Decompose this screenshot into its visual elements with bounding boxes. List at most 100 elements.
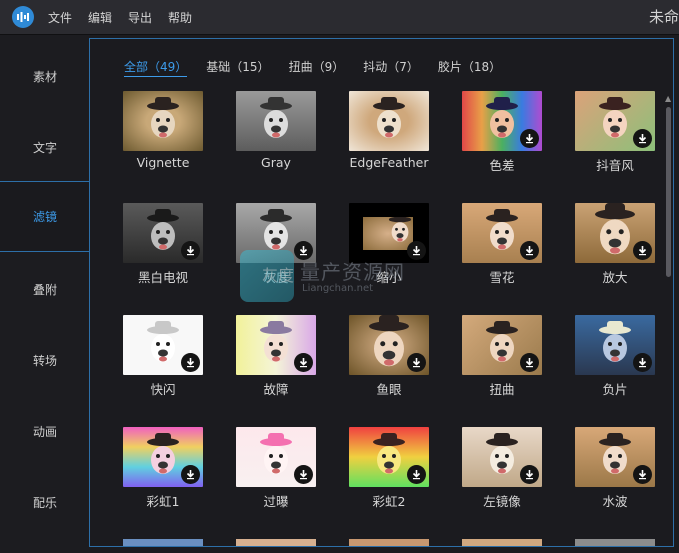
download-icon[interactable] — [407, 465, 426, 484]
filter-thumbnail[interactable] — [462, 203, 542, 263]
filter-thumbnail[interactable] — [236, 315, 316, 375]
sidebar-item-music[interactable]: 配乐 — [0, 467, 90, 538]
filter-thumbnail[interactable] — [349, 315, 429, 375]
filter-label: 彩虹1 — [146, 494, 180, 509]
filter-label: 快闪 — [150, 382, 176, 397]
scrollbar-thumb[interactable] — [666, 107, 671, 277]
filter-thumbnail-partial[interactable] — [462, 539, 542, 546]
download-icon[interactable] — [633, 241, 652, 260]
tab-all[interactable]: 全部（49） — [124, 58, 188, 77]
filter-thumbnail[interactable] — [462, 315, 542, 375]
dog-image — [486, 433, 518, 474]
filter-label: 放大 — [602, 270, 628, 285]
tab-film[interactable]: 胶片（18） — [438, 58, 501, 77]
dog-image — [369, 315, 409, 367]
filter-thumbnail[interactable] — [123, 315, 203, 375]
download-icon[interactable] — [407, 241, 426, 260]
dog-image — [260, 321, 292, 362]
filter-thumbnail[interactable] — [349, 427, 429, 487]
dog-image — [388, 217, 412, 242]
filter-label: Gray — [261, 155, 291, 170]
dog-image — [599, 433, 631, 474]
filter-thumbnail[interactable] — [123, 91, 203, 151]
sidebar-item-material[interactable]: 素材 — [0, 41, 90, 112]
filter-label: 抖音风 — [596, 158, 634, 173]
menu-bar: 文件 编辑 导出 帮助 未命 — [0, 0, 679, 35]
download-icon[interactable] — [294, 465, 313, 484]
project-title: 未命 — [648, 8, 679, 26]
menu-export[interactable]: 导出 — [128, 9, 152, 26]
thumb-inner-frame — [363, 217, 413, 250]
download-icon[interactable] — [181, 353, 200, 372]
filter-thumbnail[interactable] — [575, 203, 655, 263]
tab-basic[interactable]: 基础（15） — [206, 58, 269, 77]
tab-distort[interactable]: 扭曲（9） — [289, 58, 345, 77]
dog-image — [486, 321, 518, 362]
watermark-site-name: 量产资源网 — [300, 260, 405, 284]
download-icon[interactable] — [520, 241, 539, 260]
filter-thumbnail[interactable] — [575, 427, 655, 487]
sidebar-item-transition[interactable]: 转场 — [0, 325, 90, 396]
filter-thumbnail[interactable] — [123, 427, 203, 487]
filter-label: 左镜像 — [483, 494, 521, 509]
filter-thumbnail[interactable] — [236, 427, 316, 487]
filter-label: 故障 — [263, 382, 289, 397]
filter-thumbnail[interactable] — [349, 91, 429, 151]
download-icon[interactable] — [181, 465, 200, 484]
filter-thumbnail[interactable] — [349, 203, 429, 263]
dog-image — [147, 97, 179, 138]
download-icon[interactable] — [633, 465, 652, 484]
filter-thumbnail[interactable] — [236, 91, 316, 151]
filter-thumbnail-partial[interactable] — [236, 539, 316, 546]
dog-image — [147, 433, 179, 474]
filter-thumbnail-partial[interactable] — [123, 539, 203, 546]
watermark-text: 灰度 — [262, 266, 295, 285]
dog-image — [373, 433, 405, 474]
dog-image — [595, 203, 635, 255]
scroll-up-icon[interactable]: ▲ — [665, 94, 671, 103]
filter-thumbnail[interactable] — [575, 91, 655, 151]
filter-label: Vignette — [136, 155, 190, 170]
tab-shake[interactable]: 抖动（7） — [363, 58, 419, 77]
dog-image — [373, 97, 405, 138]
dog-image — [260, 433, 292, 474]
filter-label: 雪花 — [489, 270, 515, 285]
download-icon[interactable] — [520, 129, 539, 148]
sidebar-item-overlay[interactable]: 叠附 — [0, 254, 90, 325]
filter-thumbnail[interactable] — [462, 427, 542, 487]
sidebar-item-text[interactable]: 文字 — [0, 112, 90, 183]
download-icon[interactable] — [294, 353, 313, 372]
watermark-site-url: Liangchan.net — [302, 283, 374, 294]
download-icon[interactable] — [520, 353, 539, 372]
filter-label: 彩虹2 — [372, 494, 406, 509]
dog-image — [486, 97, 518, 138]
filter-label: 黑白电视 — [137, 270, 188, 285]
filter-thumbnail[interactable] — [462, 91, 542, 151]
category-tabs: 全部（49） 基础（15） 扭曲（9） 抖动（7） 胶片（18） — [124, 58, 520, 77]
sidebar-item-animation[interactable]: 动画 — [0, 396, 90, 467]
download-icon[interactable] — [181, 241, 200, 260]
sidebar: 素材 文字 滤镜 叠附 转场 动画 配乐 — [0, 35, 90, 553]
filter-label: 水波 — [602, 494, 628, 509]
dog-image — [599, 97, 631, 138]
filter-label: 扭曲 — [489, 382, 515, 397]
dog-image — [486, 209, 518, 250]
dog-image — [599, 321, 631, 362]
download-icon[interactable] — [633, 353, 652, 372]
download-icon[interactable] — [520, 465, 539, 484]
sidebar-item-filters[interactable]: 滤镜 — [0, 181, 90, 252]
download-icon[interactable] — [633, 129, 652, 148]
menu-edit[interactable]: 编辑 — [88, 9, 112, 26]
filter-thumbnail-partial[interactable] — [349, 539, 429, 546]
download-icon[interactable] — [407, 353, 426, 372]
filter-label: 过曝 — [263, 494, 289, 509]
menu-file[interactable]: 文件 — [48, 9, 72, 26]
menu-help[interactable]: 帮助 — [168, 9, 192, 26]
dog-image — [147, 321, 179, 362]
app-logo-icon — [12, 6, 34, 28]
filter-panel: 全部（49） 基础（15） 扭曲（9） 抖动（7） 胶片（18） Vignett… — [89, 38, 674, 547]
filter-thumbnail[interactable] — [575, 315, 655, 375]
filter-label: 负片 — [602, 382, 628, 397]
filter-thumbnail[interactable] — [123, 203, 203, 263]
filter-thumbnail-partial[interactable] — [575, 539, 655, 546]
